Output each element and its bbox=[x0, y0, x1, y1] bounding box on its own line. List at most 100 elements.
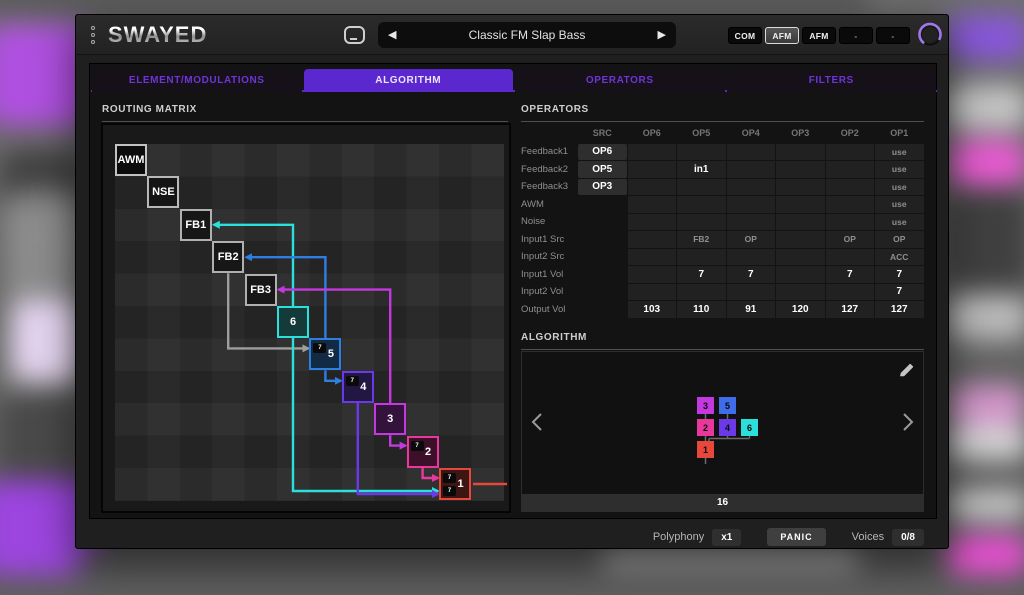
operator-cell[interactable] bbox=[826, 144, 875, 161]
operator-cell[interactable] bbox=[628, 196, 677, 213]
preset-name: Classic FM Slap Bass bbox=[469, 28, 586, 42]
volume-knob-icon[interactable] bbox=[916, 20, 944, 53]
matrix-node-6[interactable]: 6 bbox=[277, 306, 309, 338]
preset-prev-button[interactable]: ◀ bbox=[388, 30, 396, 41]
operator-cell[interactable] bbox=[727, 196, 776, 213]
operator-cell[interactable]: OP bbox=[875, 231, 924, 248]
operator-cell[interactable] bbox=[677, 179, 726, 196]
operator-cell[interactable] bbox=[727, 179, 776, 196]
operator-cell[interactable]: 7 bbox=[677, 266, 726, 283]
algorithm-op-4[interactable]: 4 bbox=[719, 419, 736, 436]
tab-algorithm[interactable]: ALGORITHM bbox=[304, 69, 514, 92]
operator-cell[interactable] bbox=[776, 249, 825, 266]
operator-cell[interactable]: 127 bbox=[875, 301, 924, 318]
save-preset-icon[interactable] bbox=[344, 26, 365, 44]
operator-cell[interactable] bbox=[776, 231, 825, 248]
operator-cell[interactable] bbox=[628, 266, 677, 283]
src-cell[interactable]: OP3 bbox=[578, 179, 627, 196]
matrix-node-FB2[interactable]: FB2 bbox=[212, 241, 244, 273]
algorithm-op-3[interactable]: 3 bbox=[697, 397, 714, 414]
row-label-input2-vol: Input2 Vol bbox=[521, 284, 577, 301]
matrix-node-5[interactable]: 57 bbox=[309, 338, 341, 370]
matrix-node-1[interactable]: 177 bbox=[439, 468, 471, 500]
matrix-node-2[interactable]: 27 bbox=[407, 436, 439, 468]
operator-cell[interactable]: 7 bbox=[875, 284, 924, 301]
operator-cell[interactable]: OP bbox=[727, 231, 776, 248]
operator-cell[interactable] bbox=[727, 144, 776, 161]
operator-cell[interactable] bbox=[727, 161, 776, 178]
matrix-node-4[interactable]: 47 bbox=[342, 371, 374, 403]
operator-cell[interactable]: 103 bbox=[628, 301, 677, 318]
operator-cell[interactable] bbox=[628, 214, 677, 231]
mode-button-5-empty[interactable]: - bbox=[876, 27, 910, 44]
operator-cell[interactable] bbox=[727, 249, 776, 266]
mode-button-3-afm[interactable]: AFM bbox=[802, 27, 836, 44]
src-cell[interactable]: OP5 bbox=[578, 161, 627, 178]
operator-cell[interactable]: use bbox=[875, 161, 924, 178]
operator-cell[interactable]: OP bbox=[826, 231, 875, 248]
operator-cell[interactable] bbox=[628, 231, 677, 248]
operator-cell[interactable] bbox=[826, 196, 875, 213]
operator-cell[interactable]: use bbox=[875, 214, 924, 231]
operator-cell[interactable] bbox=[677, 144, 726, 161]
operator-cell[interactable] bbox=[628, 144, 677, 161]
matrix-node-AWM[interactable]: AWM bbox=[115, 144, 147, 176]
operator-cell[interactable] bbox=[677, 284, 726, 301]
mode-button-2-afm[interactable]: AFM bbox=[765, 27, 799, 44]
operator-cell[interactable] bbox=[776, 266, 825, 283]
operator-cell[interactable]: 7 bbox=[727, 266, 776, 283]
operator-cell[interactable]: 120 bbox=[776, 301, 825, 318]
tab-element-modulations[interactable]: ELEMENT/MODULATIONS bbox=[92, 69, 302, 92]
polyphony-value-button[interactable]: x1 bbox=[712, 529, 741, 546]
algorithm-op-2[interactable]: 2 bbox=[697, 419, 714, 436]
mode-button-1-com[interactable]: COM bbox=[728, 27, 762, 44]
operator-cell[interactable]: 110 bbox=[677, 301, 726, 318]
operator-cell[interactable]: 127 bbox=[826, 301, 875, 318]
operator-cell[interactable]: FB2 bbox=[677, 231, 726, 248]
operator-cell[interactable]: use bbox=[875, 196, 924, 213]
operator-cell[interactable] bbox=[776, 179, 825, 196]
matrix-node-FB1[interactable]: FB1 bbox=[180, 209, 212, 241]
tab-operators[interactable]: OPERATORS bbox=[515, 69, 725, 92]
operator-cell[interactable] bbox=[628, 284, 677, 301]
operator-cell[interactable]: use bbox=[875, 179, 924, 196]
panic-button[interactable]: PANIC bbox=[767, 528, 825, 546]
operator-cell[interactable]: 7 bbox=[826, 266, 875, 283]
operator-cell[interactable] bbox=[628, 161, 677, 178]
operator-cell[interactable] bbox=[628, 249, 677, 266]
src-cell[interactable]: OP6 bbox=[578, 144, 627, 161]
operator-cell[interactable] bbox=[826, 214, 875, 231]
preset-next-button[interactable]: ▶ bbox=[658, 30, 666, 41]
operator-cell[interactable] bbox=[776, 161, 825, 178]
matrix-node-3[interactable]: 3 bbox=[374, 403, 406, 435]
tab-filters[interactable]: FILTERS bbox=[727, 69, 937, 92]
algorithm-op-5[interactable]: 5 bbox=[719, 397, 736, 414]
mode-button-4-empty[interactable]: - bbox=[839, 27, 873, 44]
operator-cell[interactable]: 91 bbox=[727, 301, 776, 318]
row-label-input1-src: Input1 Src bbox=[521, 231, 577, 248]
operator-cell[interactable]: in1 bbox=[677, 161, 726, 178]
operator-cell[interactable] bbox=[776, 284, 825, 301]
operator-cell[interactable] bbox=[776, 196, 825, 213]
operator-cell[interactable]: use bbox=[875, 144, 924, 161]
operator-cell[interactable] bbox=[826, 284, 875, 301]
operator-cell[interactable] bbox=[826, 161, 875, 178]
app-logo: SWAYED bbox=[108, 22, 207, 48]
operator-cell[interactable] bbox=[826, 249, 875, 266]
operator-cell[interactable] bbox=[826, 179, 875, 196]
operator-cell[interactable] bbox=[727, 214, 776, 231]
operator-cell[interactable] bbox=[776, 144, 825, 161]
operator-cell[interactable]: 7 bbox=[875, 266, 924, 283]
matrix-node-FB3[interactable]: FB3 bbox=[245, 274, 277, 306]
algorithm-op-1[interactable]: 1 bbox=[697, 441, 714, 458]
operator-cell[interactable] bbox=[677, 249, 726, 266]
matrix-node-NSE[interactable]: NSE bbox=[147, 176, 179, 208]
operator-cell[interactable] bbox=[727, 284, 776, 301]
operator-cell[interactable] bbox=[677, 214, 726, 231]
operator-cell[interactable]: ACC bbox=[875, 249, 924, 266]
algorithm-op-6[interactable]: 6 bbox=[741, 419, 758, 436]
operator-cell[interactable] bbox=[628, 179, 677, 196]
kebab-menu-icon[interactable] bbox=[91, 26, 97, 44]
operator-cell[interactable] bbox=[677, 196, 726, 213]
operator-cell[interactable] bbox=[776, 214, 825, 231]
